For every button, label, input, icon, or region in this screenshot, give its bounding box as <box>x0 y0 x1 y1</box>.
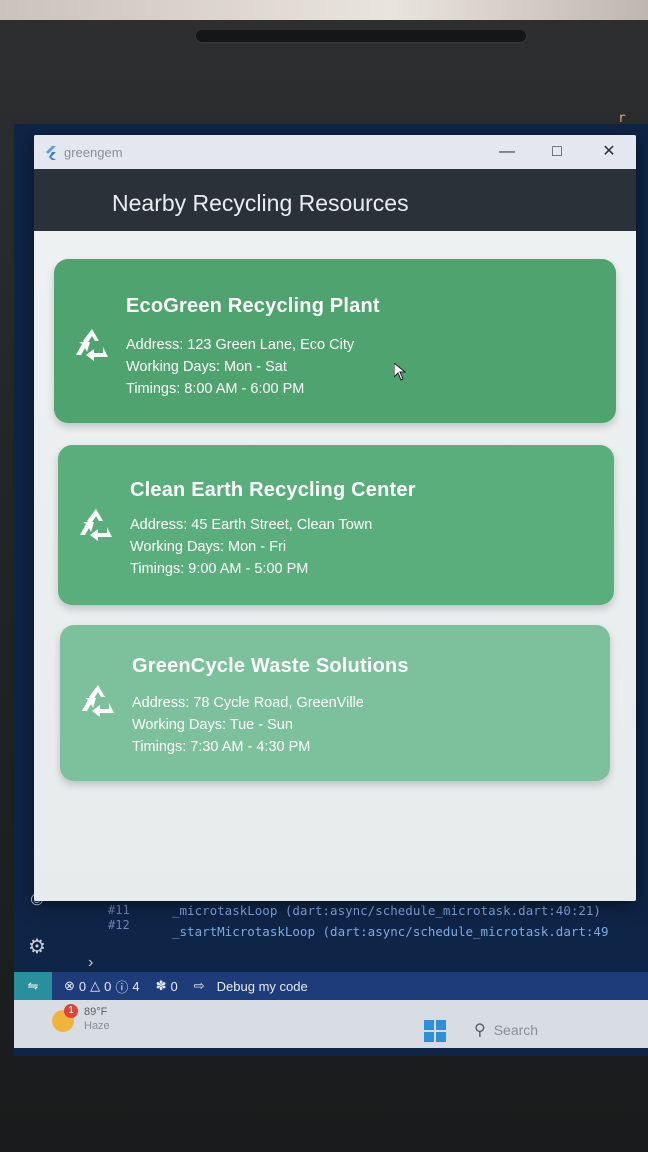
remote-icon[interactable]: ⇋ <box>14 972 52 1000</box>
resource-days: Working Days: Tue - Sun <box>132 717 293 733</box>
resource-timings: Timings: 8:00 AM - 6:00 PM <box>126 381 305 397</box>
console-line: _startMicrotaskLoop (dart:async/schedule… <box>172 924 609 939</box>
app-window: greengem — □ ✕ Nearby Recycling Resource… <box>34 135 636 901</box>
search-label: Search <box>493 1022 539 1038</box>
console-prompt-icon[interactable]: › <box>88 954 93 972</box>
windows-start-icon[interactable] <box>424 1020 446 1042</box>
search-icon: ⚲ <box>474 1022 486 1039</box>
debug-icon: ⇨ <box>193 978 205 993</box>
info-icon: ⓘ <box>115 979 129 995</box>
recycle-icon <box>80 509 112 541</box>
background-surface <box>0 0 648 20</box>
laptop-hinge <box>196 30 526 42</box>
window-titlebar[interactable]: greengem — □ ✕ <box>34 135 636 169</box>
recycle-icon <box>76 329 108 361</box>
warning-icon: △ <box>90 978 101 993</box>
flutter-logo-icon <box>46 146 56 160</box>
weather-temperature: 89°F <box>84 1006 108 1018</box>
app-bar: Nearby Recycling Resources <box>34 169 636 231</box>
resource-days: Working Days: Mon - Sat <box>126 359 287 375</box>
resource-address: Address: 78 Cycle Road, GreenVille <box>132 695 364 711</box>
ports-status[interactable]: ✽ 0 <box>156 978 178 994</box>
resource-address: Address: 45 Earth Street, Clean Town <box>130 517 373 533</box>
recycle-icon <box>82 685 114 717</box>
minimize-button[interactable]: — <box>494 140 520 164</box>
mouse-cursor-icon <box>394 363 406 381</box>
resource-days: Working Days: Mon - Fri <box>130 539 287 555</box>
error-icon: ⊗ <box>64 978 75 993</box>
console-line: _microtaskLoop (dart:async/schedule_micr… <box>172 903 601 918</box>
problems-status[interactable]: ⊗ 0 △ 0 ⓘ 4 <box>64 977 140 996</box>
notification-badge: 1 <box>64 1004 78 1018</box>
weather-condition: Haze <box>84 1020 110 1032</box>
resource-card[interactable]: EcoGreen Recycling Plant Address: 123 Gr… <box>54 259 616 423</box>
maximize-button[interactable]: □ <box>544 140 570 164</box>
weather-widget[interactable]: 1 89°F Haze <box>36 1002 126 1042</box>
resource-card[interactable]: Clean Earth Recycling Center Address: 45… <box>58 445 614 605</box>
resource-list: EcoGreen Recycling Plant Address: 123 Gr… <box>34 231 636 901</box>
broadcast-icon: ✽ <box>155 978 167 993</box>
resource-timings: Timings: 7:30 AM - 4:30 PM <box>132 739 311 755</box>
settings-gear-icon[interactable]: ⚙ <box>24 934 50 960</box>
resource-name: GreenCycle Waste Solutions <box>132 655 409 677</box>
page-title: Nearby Recycling Resources <box>112 190 409 216</box>
console-line-number: #11 <box>108 903 130 917</box>
resource-address: Address: 123 Green Lane, Eco City <box>126 337 355 353</box>
resource-card[interactable]: GreenCycle Waste Solutions Address: 78 C… <box>60 625 610 781</box>
console-line-number: #12 <box>108 918 130 932</box>
status-bar: ⇋ ⊗ 0 △ 0 ⓘ 4 ✽ 0 ⇨ Debug my code <box>14 972 648 1000</box>
resource-name: Clean Earth Recycling Center <box>130 479 416 501</box>
window-title: greengem <box>64 145 123 160</box>
debug-status[interactable]: ⇨ Debug my code <box>194 978 308 994</box>
close-button[interactable]: ✕ <box>596 140 622 164</box>
resource-name: EcoGreen Recycling Plant <box>126 295 380 317</box>
resource-timings: Timings: 9:00 AM - 5:00 PM <box>130 561 309 577</box>
taskbar-search[interactable]: ⚲ Search <box>474 1020 538 1040</box>
